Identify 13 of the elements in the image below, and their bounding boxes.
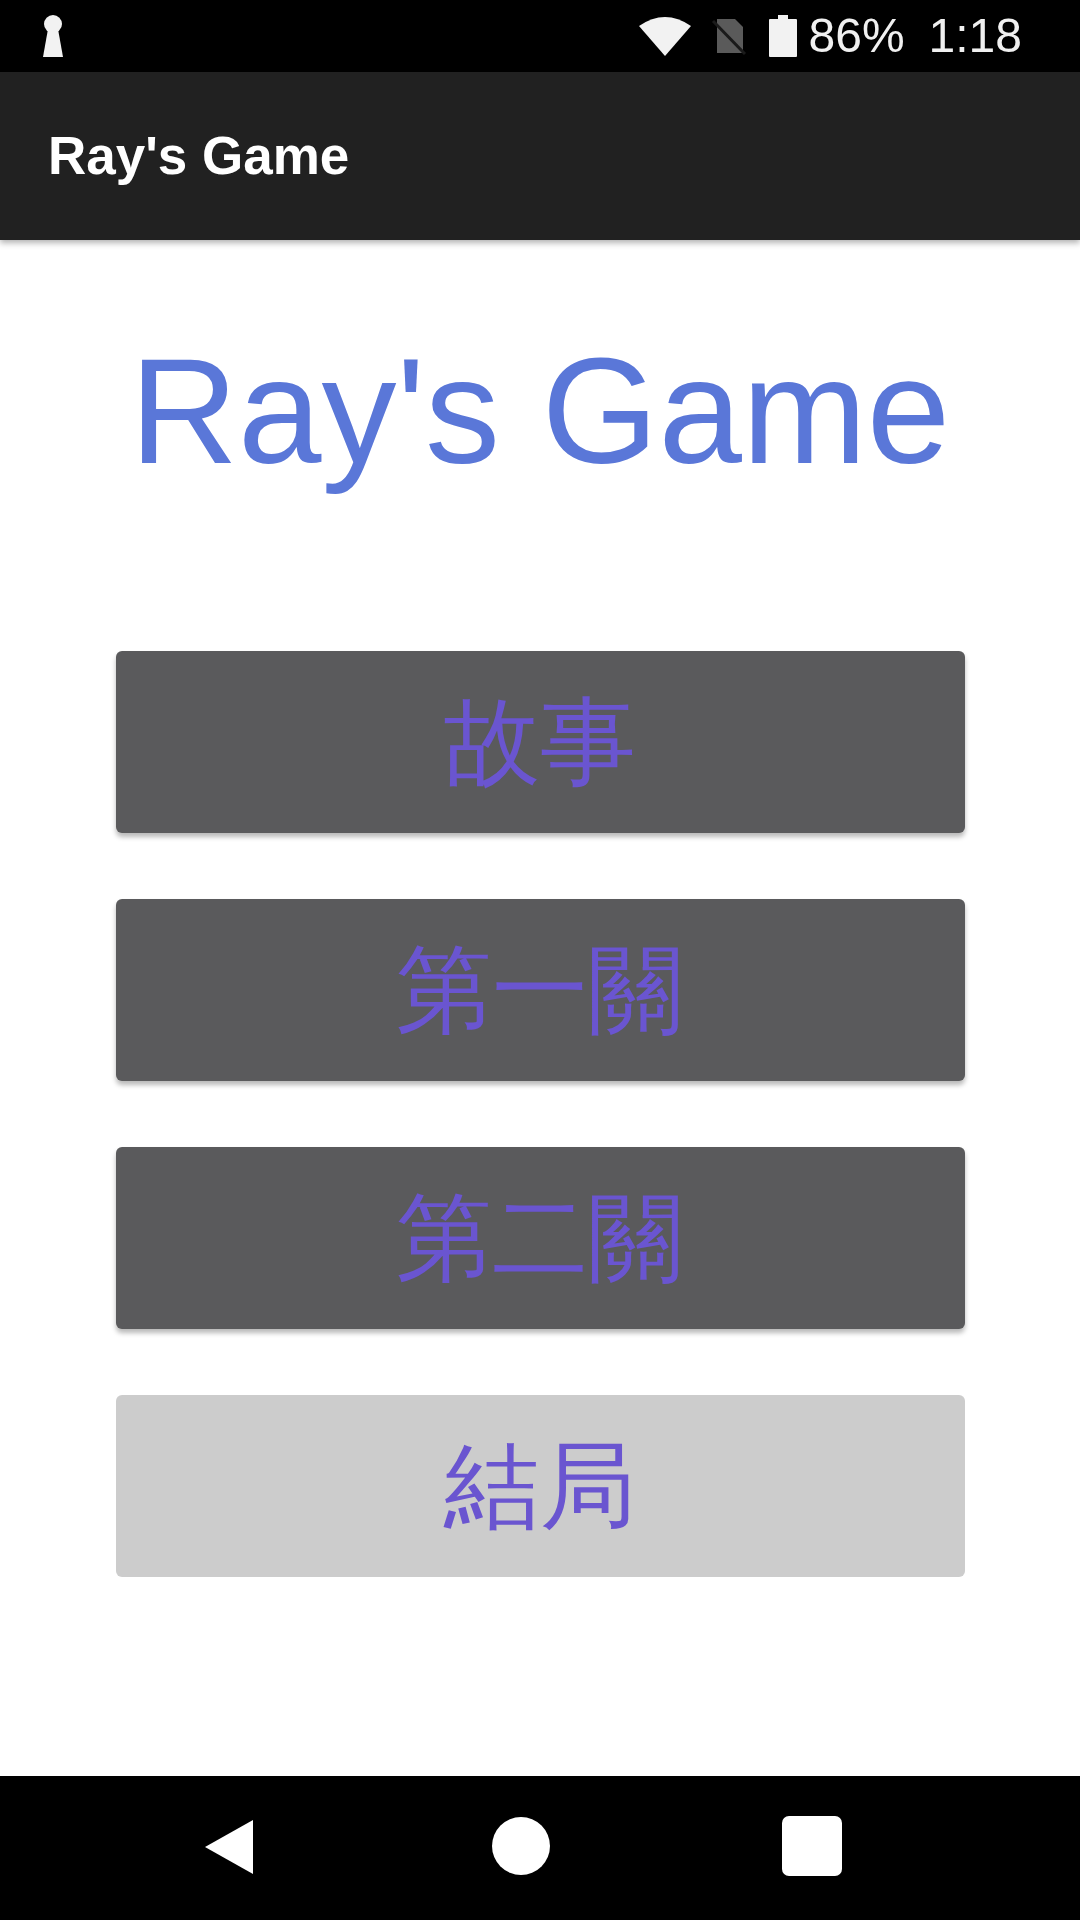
keyhole-icon <box>40 15 66 57</box>
battery-icon <box>768 15 797 57</box>
clock-time: 1:18 <box>928 8 1022 64</box>
no-sim-card-icon <box>710 17 747 55</box>
menu-button[interactable]: 第二關 <box>115 1147 965 1329</box>
game-title: Ray's Game <box>129 326 951 497</box>
app-bar-title: Ray's Game <box>48 125 350 187</box>
battery-percentage: 86% <box>808 8 905 64</box>
menu-button[interactable]: 第一關 <box>115 899 965 1081</box>
menu-button[interactable]: 故事 <box>115 651 965 833</box>
home-icon[interactable] <box>492 1817 550 1875</box>
back-icon[interactable] <box>205 1820 253 1874</box>
wifi-icon <box>638 16 691 56</box>
